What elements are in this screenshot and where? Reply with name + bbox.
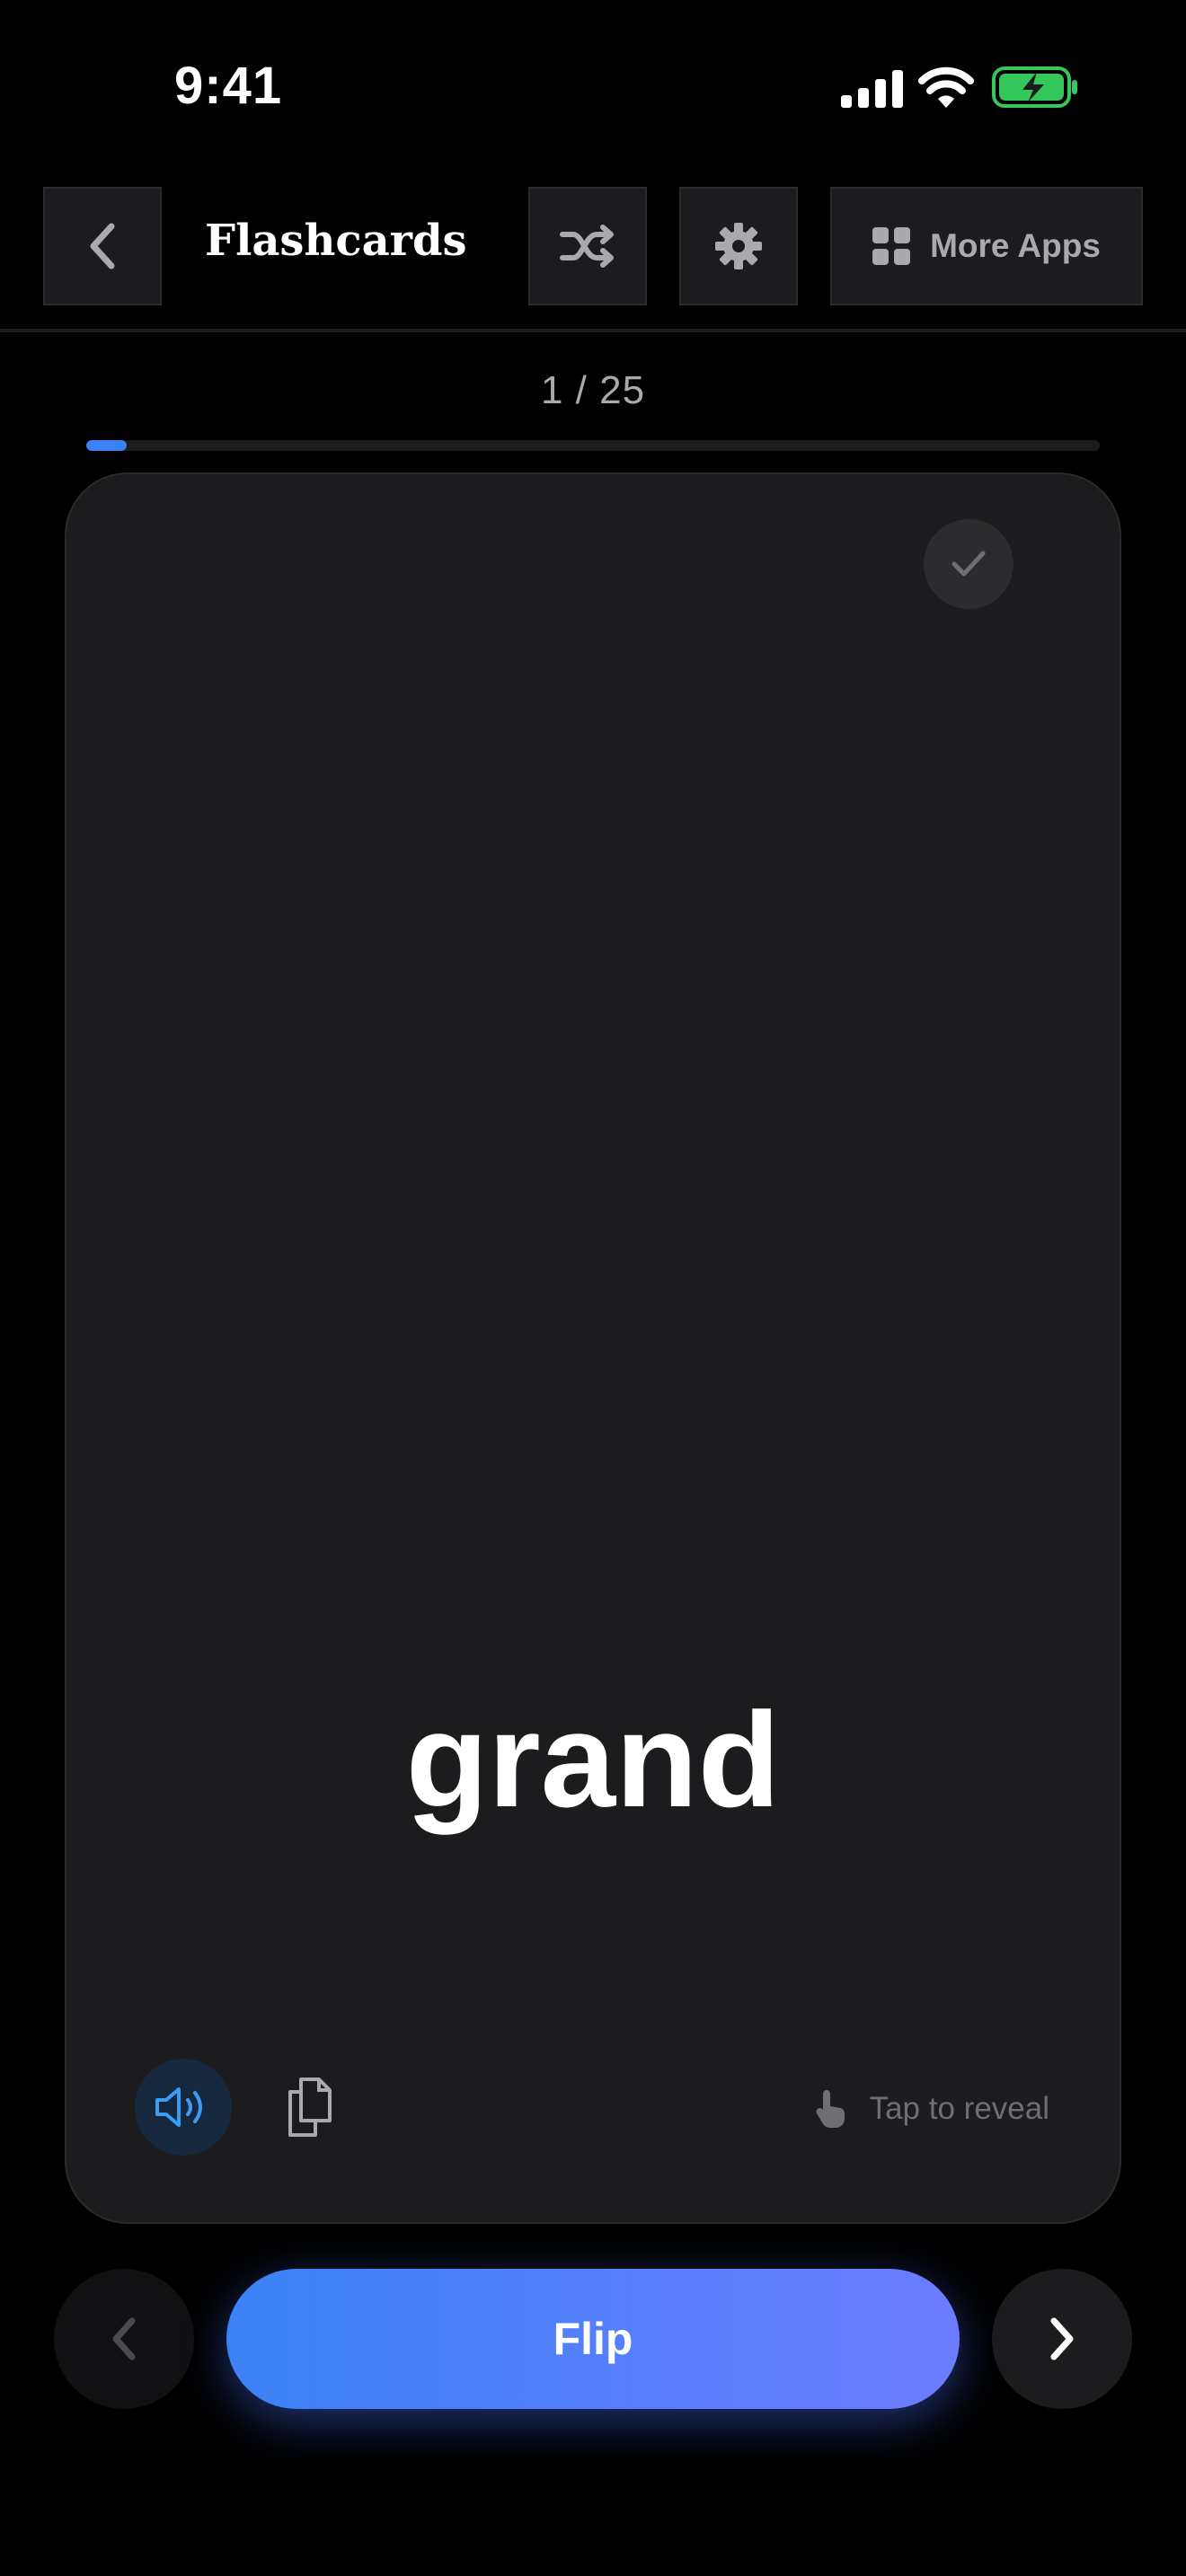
tap-hint-label: Tap to reveal bbox=[869, 2091, 1049, 2126]
speak-button[interactable] bbox=[135, 2059, 232, 2156]
shuffle-button[interactable] bbox=[528, 187, 647, 305]
tap-hand-icon bbox=[816, 2090, 845, 2128]
copy-icon bbox=[288, 2078, 332, 2137]
chevron-left-icon bbox=[90, 223, 115, 269]
speaker-icon bbox=[155, 2087, 202, 2127]
shuffle-icon bbox=[560, 225, 614, 268]
back-button[interactable] bbox=[43, 187, 162, 305]
chevron-right-icon bbox=[1050, 2317, 1074, 2360]
previous-card-button[interactable] bbox=[54, 2269, 194, 2409]
status-time: 9:41 bbox=[174, 57, 283, 115]
status-bar: 9:41 bbox=[0, 0, 1186, 171]
card-word: grand bbox=[405, 1684, 781, 1835]
more-apps-label: More Apps bbox=[930, 227, 1101, 264]
next-card-button[interactable] bbox=[992, 2269, 1132, 2409]
gear-icon bbox=[715, 223, 762, 269]
cellular-signal-icon bbox=[841, 70, 903, 108]
mark-known-button[interactable] bbox=[924, 519, 1013, 609]
flip-button[interactable]: Flip bbox=[226, 2269, 960, 2409]
checkmark-icon bbox=[951, 551, 986, 577]
progress-bar bbox=[86, 440, 1100, 451]
page-title: Flashcards bbox=[205, 216, 467, 266]
more-apps-button[interactable]: More Apps bbox=[830, 187, 1143, 305]
progress-fill bbox=[86, 440, 128, 451]
wifi-icon bbox=[918, 66, 974, 108]
tap-hint: Tap to reveal bbox=[814, 2082, 1049, 2136]
chevron-left-icon bbox=[112, 2317, 136, 2360]
flashcard[interactable]: grand Tap to reveal bbox=[65, 472, 1121, 2224]
header-divider bbox=[0, 329, 1186, 332]
progress-counter: 1 / 25 bbox=[540, 368, 646, 412]
battery-charging-icon bbox=[992, 66, 1077, 108]
copy-button[interactable] bbox=[280, 2075, 340, 2139]
settings-button[interactable] bbox=[679, 187, 798, 305]
grid-icon bbox=[872, 227, 911, 265]
